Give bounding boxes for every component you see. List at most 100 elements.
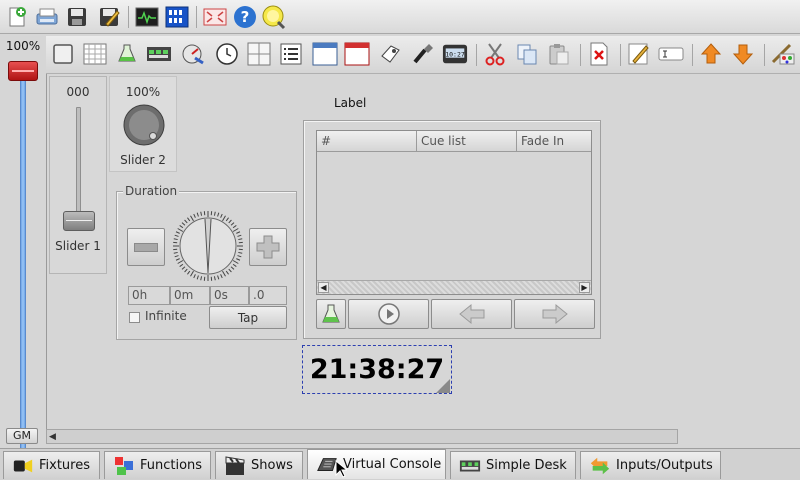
- dial-tick: [225, 217, 229, 222]
- virtual-console-area: 000 Slider 1 100% Slider 2 Duration 0h 0…: [46, 74, 800, 430]
- animation-icon[interactable]: 10:27: [442, 41, 468, 67]
- speed-dial-plus-button[interactable]: [249, 228, 287, 266]
- dial-tick: [236, 231, 241, 234]
- infinite-checkbox[interactable]: [129, 312, 140, 323]
- cue-list-playback-button[interactable]: [316, 299, 346, 329]
- label-icon[interactable]: [312, 41, 338, 67]
- slider-icon[interactable]: [410, 41, 436, 67]
- grand-master-mode-button[interactable]: GM: [6, 428, 38, 444]
- knob-value: 100%: [125, 85, 161, 99]
- slider-handle[interactable]: [63, 211, 95, 231]
- scroll-left-arrow-icon[interactable]: ◀: [49, 431, 56, 443]
- tab-inputs-outputs[interactable]: Inputs/Outputs: [580, 451, 721, 479]
- dial-tick: [222, 270, 226, 277]
- dial-tick: [177, 228, 184, 232]
- column-header-fade-in[interactable]: Fade In: [517, 131, 593, 152]
- cue-list-header: # Cue list Fade In: [317, 131, 591, 152]
- slider-value: 000: [66, 85, 90, 99]
- address-tool-icon[interactable]: [164, 4, 190, 30]
- frame-red-icon[interactable]: [344, 41, 370, 67]
- scroll-right-icon[interactable]: ▶: [579, 282, 590, 293]
- tab-functions[interactable]: Functions: [104, 451, 211, 479]
- play-icon: [377, 303, 400, 325]
- solo-frame-icon[interactable]: [82, 41, 108, 67]
- speed-dial-dial[interactable]: [171, 209, 245, 283]
- cut-icon[interactable]: [482, 41, 508, 67]
- dial-tick: [181, 222, 186, 226]
- new-workspace-icon[interactable]: [4, 4, 30, 30]
- button-icon[interactable]: [114, 41, 140, 67]
- clock-icon[interactable]: [214, 41, 240, 67]
- dial-tick: [217, 275, 220, 280]
- slider-widget-1[interactable]: 000 Slider 1: [49, 76, 107, 274]
- main-toolbar: ?: [0, 0, 800, 34]
- grand-master-panel: 100% GM: [0, 36, 46, 458]
- hours-field[interactable]: 0h: [128, 286, 170, 305]
- tap-button[interactable]: Tap: [209, 306, 287, 329]
- cue-list-icon[interactable]: [278, 41, 304, 67]
- audio-triggers-icon[interactable]: [378, 41, 404, 67]
- help-icon[interactable]: ?: [232, 4, 258, 30]
- dial-tick: [228, 219, 232, 224]
- tab-label: Fixtures: [39, 458, 91, 473]
- paste-icon[interactable]: [546, 41, 572, 67]
- save-workspace-icon[interactable]: [64, 4, 90, 30]
- svg-text:?: ?: [241, 8, 250, 26]
- operate-mode-icon[interactable]: [262, 4, 288, 30]
- slider-track[interactable]: [76, 107, 81, 217]
- dial-tick: [232, 263, 237, 267]
- button-matrix-icon[interactable]: [146, 41, 172, 67]
- settings-icon[interactable]: [770, 41, 796, 67]
- column-header-cue-list[interactable]: Cue list: [417, 131, 517, 152]
- resize-grip-icon[interactable]: [436, 379, 450, 393]
- column-header-number[interactable]: #: [317, 131, 417, 152]
- edit-props-icon[interactable]: [626, 41, 652, 67]
- rename-icon[interactable]: [658, 41, 684, 67]
- speed-dial-icon[interactable]: [180, 41, 206, 67]
- frame-icon[interactable]: [50, 41, 76, 67]
- grand-master-slider-handle[interactable]: [8, 61, 38, 81]
- minutes-field[interactable]: 0m: [170, 286, 210, 305]
- dial-tick: [184, 219, 188, 224]
- arrow-left-icon: [458, 303, 484, 325]
- clock-widget[interactable]: 21:38:27: [302, 345, 452, 394]
- dial-tick: [236, 258, 241, 261]
- cue-list-play-button[interactable]: [348, 299, 429, 329]
- speed-dial-minus-button[interactable]: [127, 228, 165, 266]
- monitor-icon[interactable]: [134, 4, 160, 30]
- cue-list-next-button[interactable]: [514, 299, 595, 329]
- dial-tick: [237, 234, 242, 237]
- svg-text:10:27: 10:27: [445, 50, 465, 58]
- tab-shows[interactable]: Shows: [215, 451, 303, 479]
- xy-pad-icon[interactable]: [246, 41, 272, 67]
- dial-tick: [179, 263, 184, 267]
- grand-master-slider-track[interactable]: [20, 70, 26, 458]
- infinite-label: Infinite: [145, 309, 187, 323]
- scroll-left-icon[interactable]: ◀: [318, 282, 329, 293]
- virtual-console-horizontal-scrollbar[interactable]: ◀: [46, 429, 678, 444]
- functions-icon: [113, 456, 135, 476]
- dial-tick: [190, 270, 194, 277]
- dial-tick: [175, 258, 180, 261]
- tab-label: Inputs/Outputs: [616, 458, 713, 473]
- tab-fixtures[interactable]: Fixtures: [3, 451, 100, 479]
- cue-list-table[interactable]: # Cue list Fade In ◀ ▶: [316, 130, 592, 295]
- tab-simple-desk[interactable]: Simple Desk: [450, 451, 576, 479]
- dial-tick: [220, 213, 223, 218]
- seconds-field[interactable]: 0s: [210, 286, 249, 305]
- knob-dial[interactable]: [122, 103, 166, 147]
- fullscreen-icon[interactable]: [202, 4, 228, 30]
- dial-tick: [238, 238, 243, 241]
- tab-virtual-console[interactable]: Virtual Console: [307, 449, 446, 479]
- copy-icon[interactable]: [514, 41, 540, 67]
- cue-list-previous-button[interactable]: [431, 299, 512, 329]
- bring-up-icon[interactable]: [698, 41, 724, 67]
- cue-list-horizontal-scrollbar[interactable]: ◀ ▶: [317, 280, 591, 294]
- save-as-icon[interactable]: [96, 4, 122, 30]
- fraction-field[interactable]: .0: [249, 286, 287, 305]
- delete-icon[interactable]: [586, 41, 612, 67]
- open-workspace-icon[interactable]: [34, 4, 60, 30]
- send-down-icon[interactable]: [730, 41, 756, 67]
- main-tab-bar: Fixtures Functions Shows Virtual Console…: [0, 448, 800, 480]
- knob-widget[interactable]: 100% Slider 2: [109, 76, 177, 172]
